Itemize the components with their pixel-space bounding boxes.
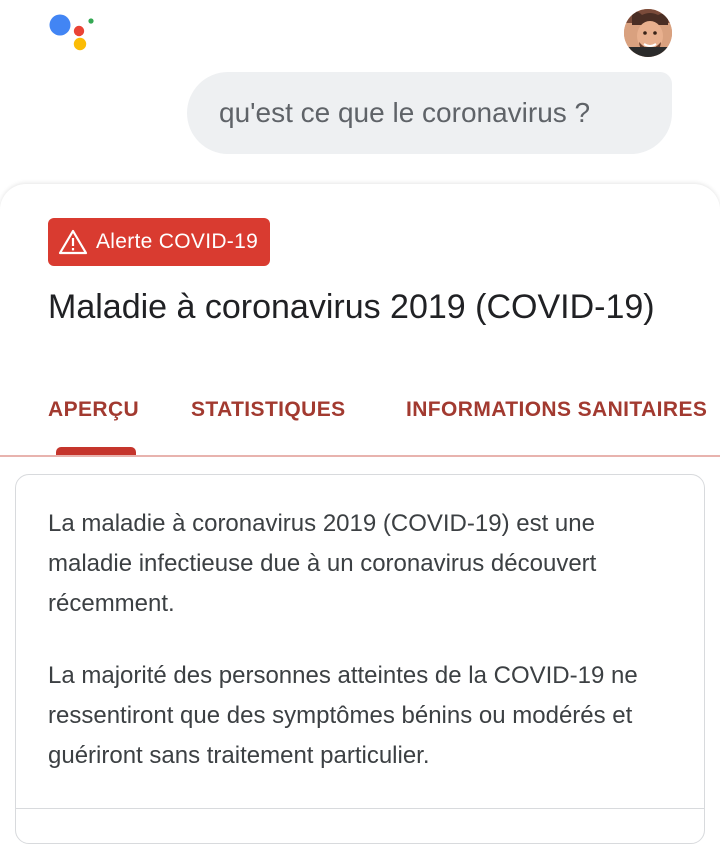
google-assistant-icon (49, 14, 94, 51)
card-title: Maladie à coronavirus 2019 (COVID-19) (48, 288, 655, 326)
tab-statistiques[interactable]: STATISTIQUES (191, 398, 346, 422)
alert-label: Alerte COVID-19 (96, 230, 259, 253)
tab-apercu[interactable]: APERÇU (48, 398, 139, 422)
overview-paragraph: La maladie à coronavirus 2019 (COVID-19)… (48, 510, 597, 617)
overview-paragraph: La majorité des personnes atteintes de l… (48, 662, 638, 769)
user-avatar[interactable] (624, 9, 672, 57)
content-divider (16, 808, 704, 809)
tab-bar: APERÇU STATISTIQUES INFORMATIONS SANITAI… (0, 380, 720, 456)
user-photo-icon (624, 9, 672, 57)
tab-informations-sanitaires[interactable]: INFORMATIONS SANITAIRES (406, 398, 707, 422)
warning-triangle-icon (58, 229, 88, 255)
user-query-bubble: qu'est ce que le coronavirus ? (187, 72, 672, 154)
covid-alert-badge[interactable]: Alerte COVID-19 (48, 218, 271, 266)
query-text: qu'est ce que le coronavirus ? (219, 97, 591, 128)
tabs-divider (0, 455, 720, 457)
